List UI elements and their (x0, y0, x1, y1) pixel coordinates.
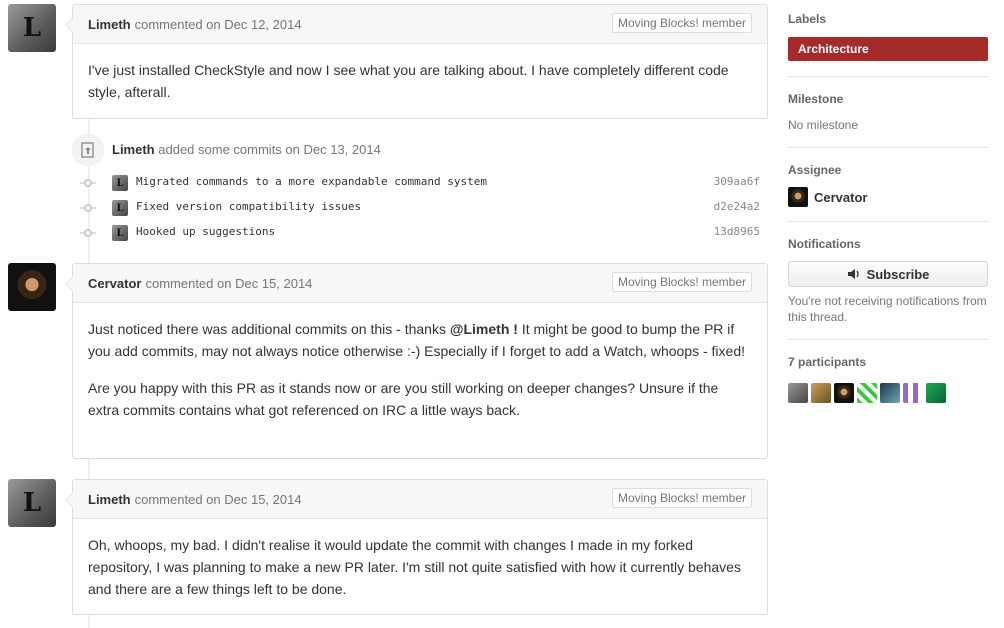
comment-meta[interactable]: commented on Dec 15, 2014 (145, 276, 312, 291)
comment-paragraph: Are you happy with this PR as it stands … (88, 380, 719, 418)
comment-meta[interactable]: commented on Dec 12, 2014 (135, 17, 302, 32)
comment-paragraph: Oh, whoops, my bad. I didn't realise it … (88, 537, 741, 597)
participant-avatar[interactable] (903, 383, 923, 403)
commit-message[interactable]: Migrated commands to a more expandable c… (136, 175, 487, 188)
comment-header: Limeth commented on Dec 15, 2014 Moving … (65, 480, 767, 519)
participant-avatar[interactable] (834, 383, 854, 403)
comment-body: Oh, whoops, my bad. I didn't realise it … (73, 519, 767, 615)
labels-title: Labels (788, 12, 827, 26)
member-badge: Moving Blocks! member (611, 488, 752, 508)
commit-row: L Migrated commands to a more expandable… (80, 173, 770, 193)
milestone-section: Milestone No milestone (788, 77, 988, 148)
commit-sha[interactable]: d2e24a2 (714, 200, 760, 213)
participants-section: 7 participants (788, 340, 988, 403)
milestone-value: No milestone (788, 118, 859, 132)
labels-section: Labels Architecture (788, 0, 988, 77)
commit-author-avatar[interactable]: L (112, 200, 128, 216)
participant-avatar[interactable] (811, 383, 831, 403)
sidebar: Labels Architecture Milestone No milesto… (788, 0, 988, 403)
user-mention[interactable]: @Limeth ! (450, 321, 518, 337)
commit-row: L Hooked up suggestions 13d8965 (80, 223, 770, 243)
assignee[interactable]: Cervator (788, 187, 988, 207)
member-badge: Moving Blocks! member (611, 13, 752, 33)
milestone-title: Milestone (788, 92, 844, 106)
participant-avatar[interactable] (926, 383, 946, 403)
comment-header: Cervator commented on Dec 15, 2014 Movin… (65, 264, 767, 303)
commit-message[interactable]: Hooked up suggestions (136, 225, 275, 238)
commit-message[interactable]: Fixed version compatibility issues (136, 200, 361, 213)
commit-sha[interactable]: 13d8965 (714, 225, 760, 238)
assignee-section: Assignee Cervator (788, 148, 988, 222)
assignee-name: Cervator (814, 189, 868, 205)
commit-row: L Fixed version compatibility issues d2e… (80, 198, 770, 218)
comment-meta[interactable]: commented on Dec 15, 2014 (135, 492, 302, 507)
comment-paragraph: I've just installed CheckStyle and now I… (88, 62, 729, 100)
participant-avatar[interactable] (857, 383, 877, 403)
participants-title: 7 participants (788, 355, 867, 369)
comment-author[interactable]: Cervator (88, 276, 141, 291)
avatar[interactable] (8, 263, 56, 311)
comment: Limeth commented on Dec 12, 2014 Moving … (65, 4, 768, 119)
avatar[interactable]: L (8, 479, 56, 527)
avatar[interactable]: L (8, 4, 56, 52)
subscribe-label: Subscribe (866, 266, 930, 282)
comment: Limeth commented on Dec 15, 2014 Moving … (65, 479, 768, 615)
notifications-title: Notifications (788, 237, 861, 251)
comment-body: I've just installed CheckStyle and now I… (73, 44, 767, 118)
comment-paragraph: Just noticed there was additional commit… (88, 318, 752, 362)
comment-author[interactable]: Limeth (88, 17, 131, 32)
assignee-title: Assignee (788, 163, 842, 177)
commit-dot-icon (84, 229, 92, 237)
member-badge: Moving Blocks! member (611, 272, 752, 292)
speaker-icon (847, 269, 859, 279)
commit-sha[interactable]: 309aa6f (714, 175, 760, 188)
assignee-avatar (788, 187, 808, 207)
participant-avatar[interactable] (880, 383, 900, 403)
commits-event-text: Limeth added some commits on Dec 13, 201… (112, 142, 381, 157)
repo-push-icon (81, 142, 94, 158)
event-author[interactable]: Limeth (112, 142, 155, 157)
comment-header: Limeth commented on Dec 12, 2014 Moving … (65, 5, 767, 44)
label-architecture[interactable]: Architecture (788, 37, 988, 61)
comment-body: Just noticed there was additional commit… (73, 303, 767, 436)
commit-dot-icon (84, 204, 92, 212)
commit-author-avatar[interactable]: L (112, 175, 128, 191)
participants-list (788, 383, 988, 403)
notifications-note: You're not receiving notifications from … (788, 294, 987, 324)
notifications-section: Notifications Subscribe You're not recei… (788, 222, 988, 340)
event-description: added some commits on Dec 13, 2014 (158, 142, 381, 157)
comment: Cervator commented on Dec 15, 2014 Movin… (65, 263, 768, 459)
commits-event-icon (72, 134, 104, 166)
participant-avatar[interactable] (788, 383, 808, 403)
comment-text: Just noticed there was additional commit… (88, 321, 446, 337)
comment-author[interactable]: Limeth (88, 492, 131, 507)
commit-dot-icon (84, 179, 92, 187)
commit-author-avatar[interactable]: L (112, 225, 128, 241)
subscribe-button[interactable]: Subscribe (788, 261, 988, 287)
